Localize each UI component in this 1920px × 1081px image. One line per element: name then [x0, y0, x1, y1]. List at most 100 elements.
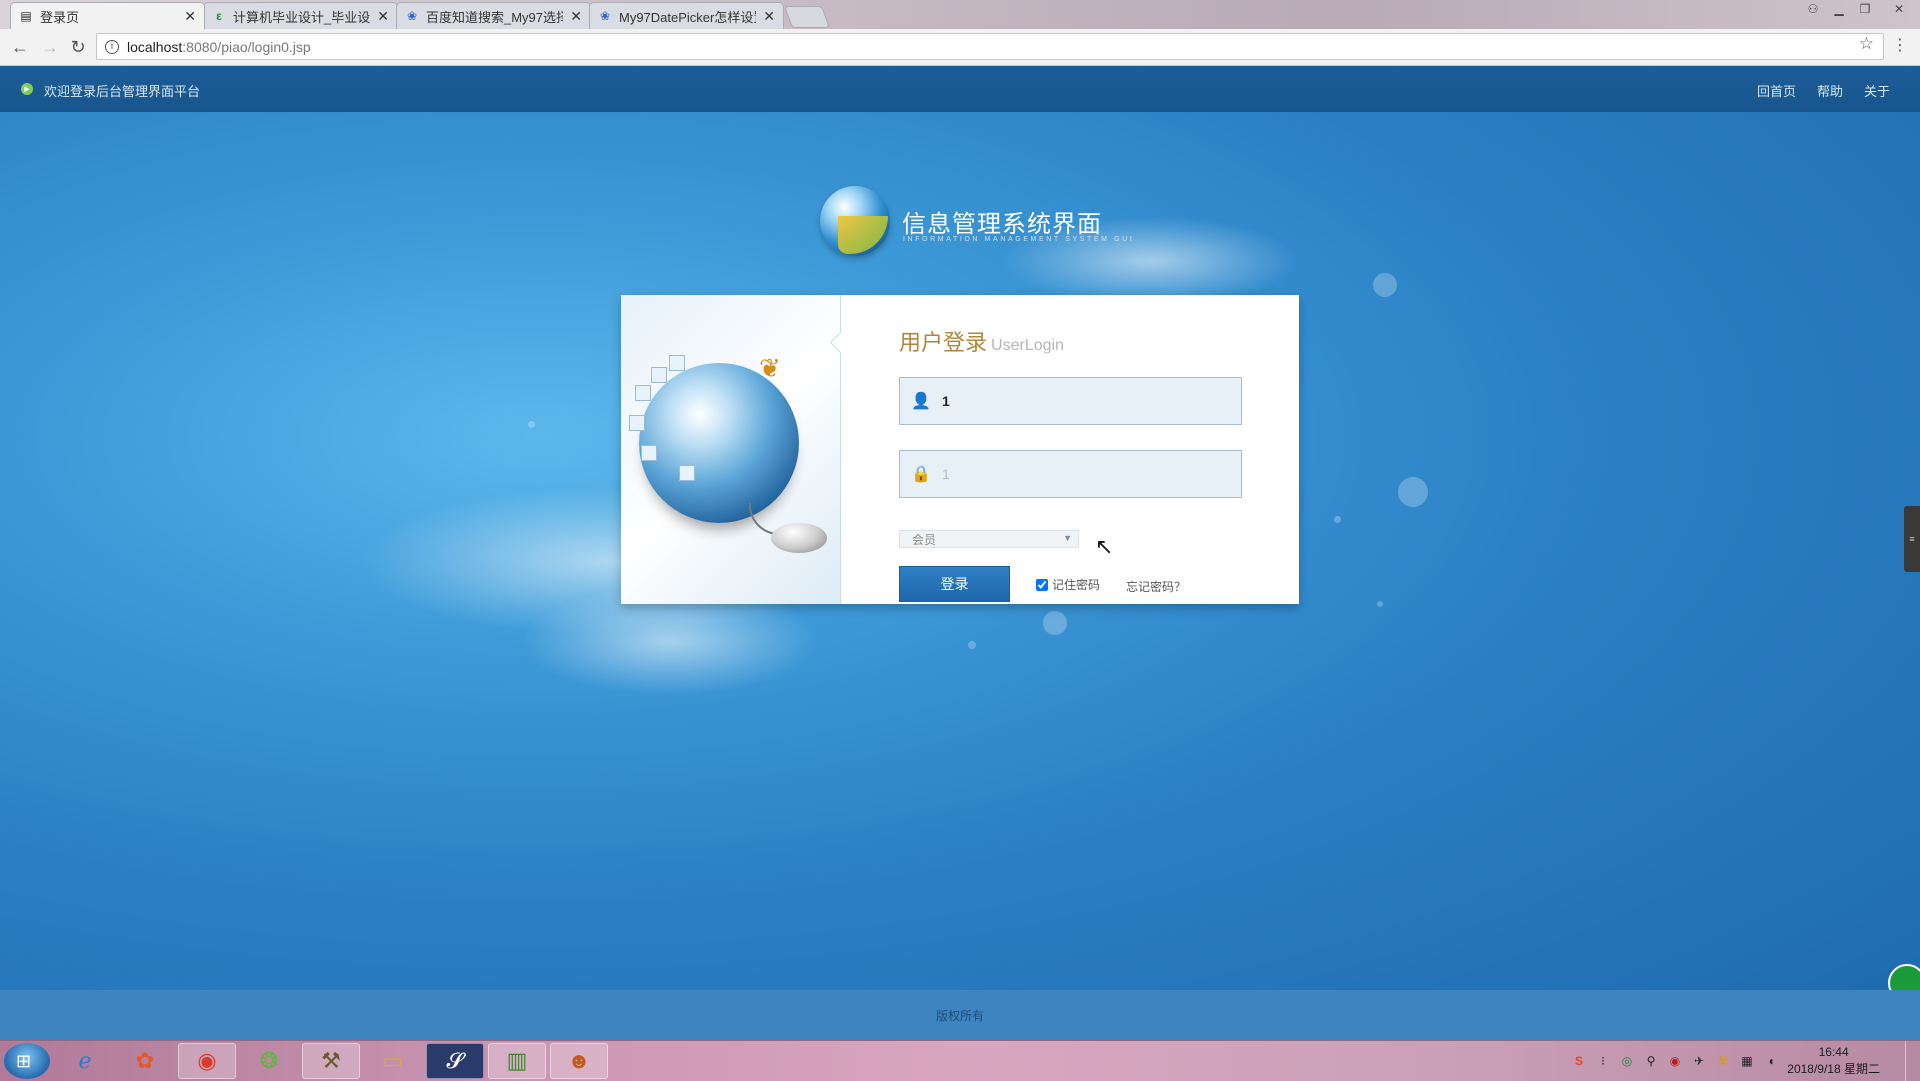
system-tray: S ⁝ ◎ ⚲ ◉ ✈ ☢ ▦ ◖: [1570, 1052, 1780, 1070]
browser-tab-3[interactable]: ❀ 百度知道搜索_My97选择 ✕: [396, 2, 591, 29]
tab-title: 百度知道搜索_My97选择: [426, 9, 564, 25]
fox-app-icon[interactable]: ☻: [550, 1043, 608, 1079]
top-banner: ▶ 欢迎登录后台管理界面平台 回首页 帮助 关于: [0, 66, 1920, 112]
page-icon: ▤: [20, 9, 32, 23]
decor-bubble: [1043, 611, 1067, 635]
decor-bubble: [968, 641, 976, 649]
close-icon[interactable]: ✕: [570, 8, 582, 25]
user-icon[interactable]: ⚇: [1800, 0, 1826, 18]
system-logo: 信息管理系统界面 INFORMATION MANAGEMENT SYSTEM G…: [820, 186, 1260, 266]
remember-password[interactable]: 记住密码: [1036, 576, 1100, 593]
reload-icon[interactable]: ↻: [66, 35, 90, 59]
folder-icon[interactable]: ▭: [364, 1043, 422, 1079]
address-bar[interactable]: i localhost:8080/piao/login0.jsp: [96, 33, 1884, 60]
chevron-down-icon: ▼: [1063, 533, 1072, 543]
butterfly-icon: ❦: [759, 353, 781, 383]
login-title-en: UserLogin: [991, 337, 1064, 354]
tray-icon[interactable]: ◉: [1666, 1052, 1684, 1070]
role-select[interactable]: 会员 ▼: [899, 530, 1079, 548]
app-icon[interactable]: ✿: [116, 1043, 174, 1079]
remember-label: 记住密码: [1052, 578, 1101, 592]
green-app-icon[interactable]: ❂: [240, 1043, 298, 1079]
decor-bubble: [528, 421, 535, 428]
decor-bubble: [1398, 477, 1428, 507]
side-panel-handle[interactable]: ≡: [1904, 506, 1920, 572]
close-icon[interactable]: ✕: [377, 8, 389, 25]
baidu-paw-icon: ❀: [599, 9, 611, 23]
logo-swoosh: [838, 216, 888, 254]
close-icon[interactable]: ✕: [184, 8, 196, 25]
forgot-password-link[interactable]: 忘记密码？: [1126, 578, 1186, 595]
ie-icon[interactable]: ℯ: [56, 1043, 114, 1079]
decor-bubble: [1373, 273, 1397, 297]
puzzle-piece: [641, 445, 657, 461]
about-link[interactable]: 关于: [1864, 81, 1890, 100]
bookmark-star-icon[interactable]: ☆: [1859, 34, 1874, 54]
close-icon[interactable]: ✕: [763, 8, 775, 25]
info-icon[interactable]: i: [105, 39, 119, 54]
help-link[interactable]: 帮助: [1817, 81, 1843, 100]
clock-time: 16:44: [1818, 1045, 1849, 1059]
browser-toolbar: ← → ↻ i localhost:8080/piao/login0.jsp ☆…: [0, 29, 1920, 66]
s-app-icon[interactable]: 𝓢: [426, 1043, 484, 1079]
browser-tabstrip: ▤ 登录页 ✕ ε 计算机毕业设计_毕业设计 ✕ ❀ 百度知道搜索_My97选择…: [0, 0, 1920, 29]
minimize-icon[interactable]: ▁: [1826, 0, 1852, 18]
puzzle-globe-icon: [639, 363, 799, 523]
mouse-cursor-icon: ↖: [1095, 534, 1114, 559]
tools-icon[interactable]: ⚒: [302, 1043, 360, 1079]
tab-title: 计算机毕业设计_毕业设计: [233, 9, 371, 25]
window-controls: ⚇ ▁ ❐ ✕: [1800, 0, 1920, 18]
remember-checkbox[interactable]: [1036, 578, 1048, 591]
chart-app-icon[interactable]: ▥: [488, 1043, 546, 1079]
browser-tab-2[interactable]: ε 计算机毕业设计_毕业设计 ✕: [203, 2, 398, 29]
browser-tab-login[interactable]: ▤ 登录页 ✕: [10, 2, 205, 29]
tray-icon[interactable]: ◎: [1618, 1052, 1636, 1070]
puzzle-piece: [651, 367, 667, 383]
password-field[interactable]: 🔒 1: [899, 450, 1242, 498]
lock-icon: 🔒: [911, 466, 931, 483]
password-value: 1: [942, 466, 950, 482]
login-illustration: ❦: [621, 295, 841, 604]
tray-icon[interactable]: ✈: [1690, 1052, 1708, 1070]
browser-tab-4[interactable]: ❀ My97DatePicker怎样设置 ✕: [589, 2, 784, 29]
window-close-icon[interactable]: ✕: [1878, 0, 1920, 18]
browser-menu-icon[interactable]: ⋮: [1892, 35, 1908, 55]
decor-bubble: [1377, 601, 1383, 607]
show-desktop-button[interactable]: [1905, 1041, 1920, 1081]
restore-icon[interactable]: ❐: [1852, 0, 1878, 18]
sogou-icon[interactable]: S: [1570, 1052, 1588, 1070]
start-button[interactable]: ⊞: [4, 1043, 50, 1079]
home-link[interactable]: 回首页: [1757, 81, 1796, 100]
system-subtitle: INFORMATION MANAGEMENT SYSTEM GUI: [903, 236, 1135, 243]
login-title: 用户登录 UserLogin: [899, 325, 1064, 357]
top-links: 回首页 帮助 关于: [1757, 81, 1890, 100]
new-tab-button[interactable]: [783, 6, 831, 28]
computer-mouse-icon: [771, 523, 827, 553]
volume-icon[interactable]: ◖: [1762, 1052, 1780, 1070]
clock[interactable]: 16:44 2018/9/18 星期二: [1787, 1044, 1880, 1078]
windows-logo-icon: ⊞: [16, 1051, 32, 1071]
tray-icon[interactable]: ⚲: [1642, 1052, 1660, 1070]
puzzle-piece: [669, 355, 685, 371]
page-body: ▶ 欢迎登录后台管理界面平台 回首页 帮助 关于 信息管理系统界面 INFORM…: [0, 66, 1920, 1040]
e-icon: ε: [216, 9, 222, 23]
tray-icon[interactable]: ☢: [1714, 1052, 1732, 1070]
login-title-cn: 用户登录: [899, 330, 988, 355]
baidu-paw-icon: ❀: [406, 9, 418, 23]
copyright-text: 版权所有: [935, 1008, 984, 1023]
network-icon[interactable]: ▦: [1738, 1052, 1756, 1070]
puzzle-piece: [679, 465, 695, 481]
page-footer: 版权所有: [0, 990, 1920, 1040]
chrome-icon[interactable]: ◉: [178, 1043, 236, 1079]
back-icon[interactable]: ←: [8, 35, 32, 59]
system-name: 信息管理系统界面: [902, 211, 1102, 238]
login-panel: ❦ 用户登录 UserLogin 👤 1 🔒 1 会员 ▼ 登录 记住密码 忘记密…: [621, 295, 1299, 604]
decor-bubble: [1334, 516, 1341, 523]
username-field[interactable]: 👤 1: [899, 377, 1242, 425]
tray-icon[interactable]: ⁝: [1594, 1052, 1612, 1070]
forward-icon[interactable]: →: [38, 35, 62, 59]
puzzle-piece: [629, 415, 645, 431]
login-button[interactable]: 登录: [899, 566, 1010, 602]
tab-title: My97DatePicker怎样设置: [619, 9, 757, 25]
username-value: 1: [942, 393, 950, 409]
